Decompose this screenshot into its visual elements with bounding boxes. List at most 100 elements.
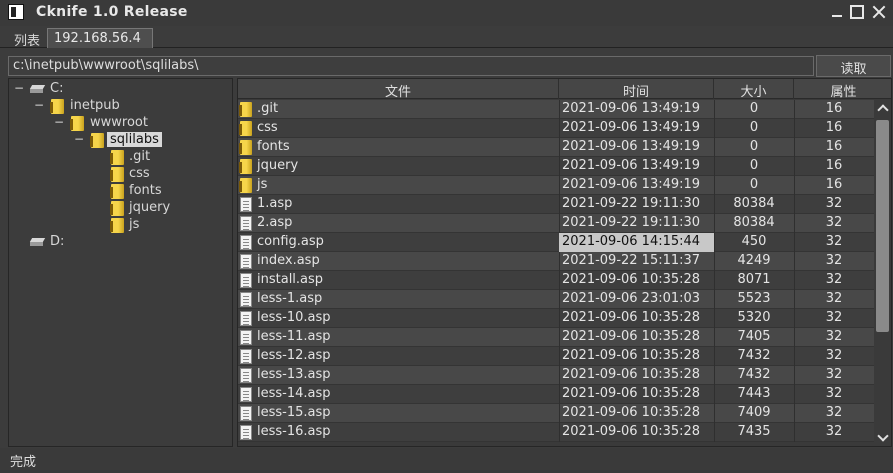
file-icon — [240, 368, 252, 383]
file-name: fonts — [257, 139, 290, 154]
table-row[interactable]: .git 2021-09-06 13:49:19 0 16 — [238, 100, 874, 119]
table-row[interactable]: less-10.asp 2021-09-06 10:35:28 5320 32 — [238, 309, 874, 328]
table-row[interactable]: fonts 2021-09-06 13:49:19 0 16 — [238, 138, 874, 157]
read-button[interactable]: 读取 — [816, 55, 891, 77]
folder-icon — [110, 218, 124, 233]
folder-icon — [239, 140, 252, 155]
collapse-icon[interactable]: − — [14, 82, 24, 94]
table-row[interactable]: less-15.asp 2021-09-06 10:35:28 7409 32 — [238, 404, 874, 423]
minimize-icon[interactable] — [830, 5, 844, 19]
drive-icon — [30, 85, 46, 93]
collapse-icon[interactable]: − — [54, 116, 64, 128]
file-name: less-12.asp — [257, 348, 331, 363]
file-attr-cell: 32 — [825, 424, 843, 439]
file-name-cell: js — [238, 176, 559, 195]
tree-node-sqlilabs[interactable]: − sqlilabs — [9, 132, 209, 149]
maximize-icon[interactable] — [850, 5, 864, 19]
file-size-cell: 7432 — [737, 367, 771, 382]
file-name: .git — [257, 101, 279, 116]
column-header-attr[interactable]: 属性 — [794, 79, 891, 100]
file-time-cell: 2021-09-06 13:49:19 — [562, 177, 701, 192]
file-attr-cell: 32 — [825, 234, 843, 249]
directory-tree: − C: − inetpub − wwwroot − sqlilabs .git… — [8, 78, 233, 447]
file-name-cell: less-10.asp — [238, 309, 559, 328]
file-attr-cell: 16 — [825, 177, 843, 192]
close-icon[interactable] — [872, 5, 886, 19]
table-row[interactable]: js 2021-09-06 13:49:19 0 16 — [238, 176, 874, 195]
tree-node-wwwroot[interactable]: − wwwroot — [9, 115, 209, 132]
file-attr-cell: 32 — [825, 215, 843, 230]
tree-node-c-drive[interactable]: − C: — [9, 81, 209, 98]
file-size-cell: 80384 — [733, 196, 775, 211]
scroll-up-icon[interactable] — [876, 102, 890, 116]
file-name-cell: fonts — [238, 138, 559, 157]
file-name-cell: 2.asp — [238, 214, 559, 233]
tab-list[interactable]: 列表 — [8, 28, 46, 49]
collapse-icon[interactable]: − — [74, 133, 84, 145]
status-bar: 完成 — [0, 448, 893, 473]
file-name: less-15.asp — [257, 405, 331, 420]
file-name: less-16.asp — [257, 424, 331, 439]
tree-node-fonts[interactable]: fonts — [9, 183, 209, 200]
file-size-cell: 80384 — [733, 215, 775, 230]
file-name: jquery — [257, 158, 299, 173]
scrollbar-thumb[interactable] — [876, 120, 889, 332]
table-row[interactable]: less-1.asp 2021-09-06 23:01:03 5523 32 — [238, 290, 874, 309]
tree-node-jquery[interactable]: jquery — [9, 200, 209, 217]
file-icon — [240, 273, 252, 288]
file-size-cell: 0 — [749, 158, 759, 173]
file-size-cell: 0 — [749, 177, 759, 192]
file-name-cell: jquery — [238, 157, 559, 176]
column-header-name[interactable]: 文件 — [238, 79, 559, 100]
collapse-icon[interactable]: − — [34, 99, 44, 111]
file-size-cell: 7409 — [737, 405, 771, 420]
table-row[interactable]: css 2021-09-06 13:49:19 0 16 — [238, 119, 874, 138]
file-name: index.asp — [257, 253, 320, 268]
file-icon — [240, 292, 252, 307]
tree-node-js[interactable]: js — [9, 217, 209, 234]
file-size-cell: 0 — [749, 120, 759, 135]
file-icon — [240, 197, 252, 212]
file-name-cell: less-15.asp — [238, 404, 559, 423]
tree-node-git[interactable]: .git — [9, 149, 209, 166]
table-row[interactable]: install.asp 2021-09-06 10:35:28 8071 32 — [238, 271, 874, 290]
folder-icon — [110, 184, 124, 199]
column-header-size[interactable]: 大小 — [714, 79, 794, 100]
file-attr-cell: 32 — [825, 291, 843, 306]
table-row[interactable]: less-14.asp 2021-09-06 10:35:28 7443 32 — [238, 385, 874, 404]
file-name: less-13.asp — [257, 367, 331, 382]
table-row[interactable]: config.asp 2021-09-06 14:15:44 450 32 — [238, 233, 874, 252]
folder-icon — [239, 178, 252, 193]
file-name-cell: less-12.asp — [238, 347, 559, 366]
file-attr-cell: 32 — [825, 196, 843, 211]
tree-node-css[interactable]: css — [9, 166, 209, 183]
scroll-down-icon[interactable] — [876, 431, 890, 445]
file-name-cell: css — [238, 119, 559, 138]
table-row[interactable]: 2.asp 2021-09-22 19:11:30 80384 32 — [238, 214, 874, 233]
column-header-time[interactable]: 时间 — [559, 79, 714, 100]
table-row[interactable]: less-16.asp 2021-09-06 10:35:28 7435 32 — [238, 423, 874, 442]
table-row[interactable]: index.asp 2021-09-22 15:11:37 4249 32 — [238, 252, 874, 271]
table-row[interactable]: 1.asp 2021-09-22 19:11:30 80384 32 — [238, 195, 874, 214]
file-time-cell: 2021-09-06 13:49:19 — [562, 101, 701, 116]
tree-node-label: wwwroot — [90, 115, 148, 130]
file-time-cell: 2021-09-06 14:15:44 — [559, 233, 714, 252]
tab-host[interactable]: 192.168.56.4 — [47, 28, 153, 48]
file-icon — [240, 254, 252, 269]
table-row[interactable]: jquery 2021-09-06 13:49:19 0 16 — [238, 157, 874, 176]
file-size-cell: 0 — [749, 101, 759, 116]
table-row[interactable]: less-11.asp 2021-09-06 10:35:28 7405 32 — [238, 328, 874, 347]
window-title: Cknife 1.0 Release — [36, 4, 188, 20]
table-row[interactable]: less-12.asp 2021-09-06 10:35:28 7432 32 — [238, 347, 874, 366]
tree-node-inetpub[interactable]: − inetpub — [9, 98, 209, 115]
file-size-cell: 7435 — [737, 424, 771, 439]
file-name: js — [257, 177, 268, 192]
table-row[interactable]: less-13.asp 2021-09-06 10:35:28 7432 32 — [238, 366, 874, 385]
vertical-scrollbar[interactable] — [874, 100, 891, 446]
tree-node-d-drive[interactable]: D: — [9, 234, 209, 251]
file-name: 2.asp — [257, 215, 293, 230]
file-time-cell: 2021-09-06 13:49:19 — [562, 120, 701, 135]
file-attr-cell: 32 — [825, 253, 843, 268]
file-attr-cell: 32 — [825, 348, 843, 363]
path-input[interactable]: c:\inetpub\wwwroot\sqlilabs\ — [8, 56, 814, 76]
